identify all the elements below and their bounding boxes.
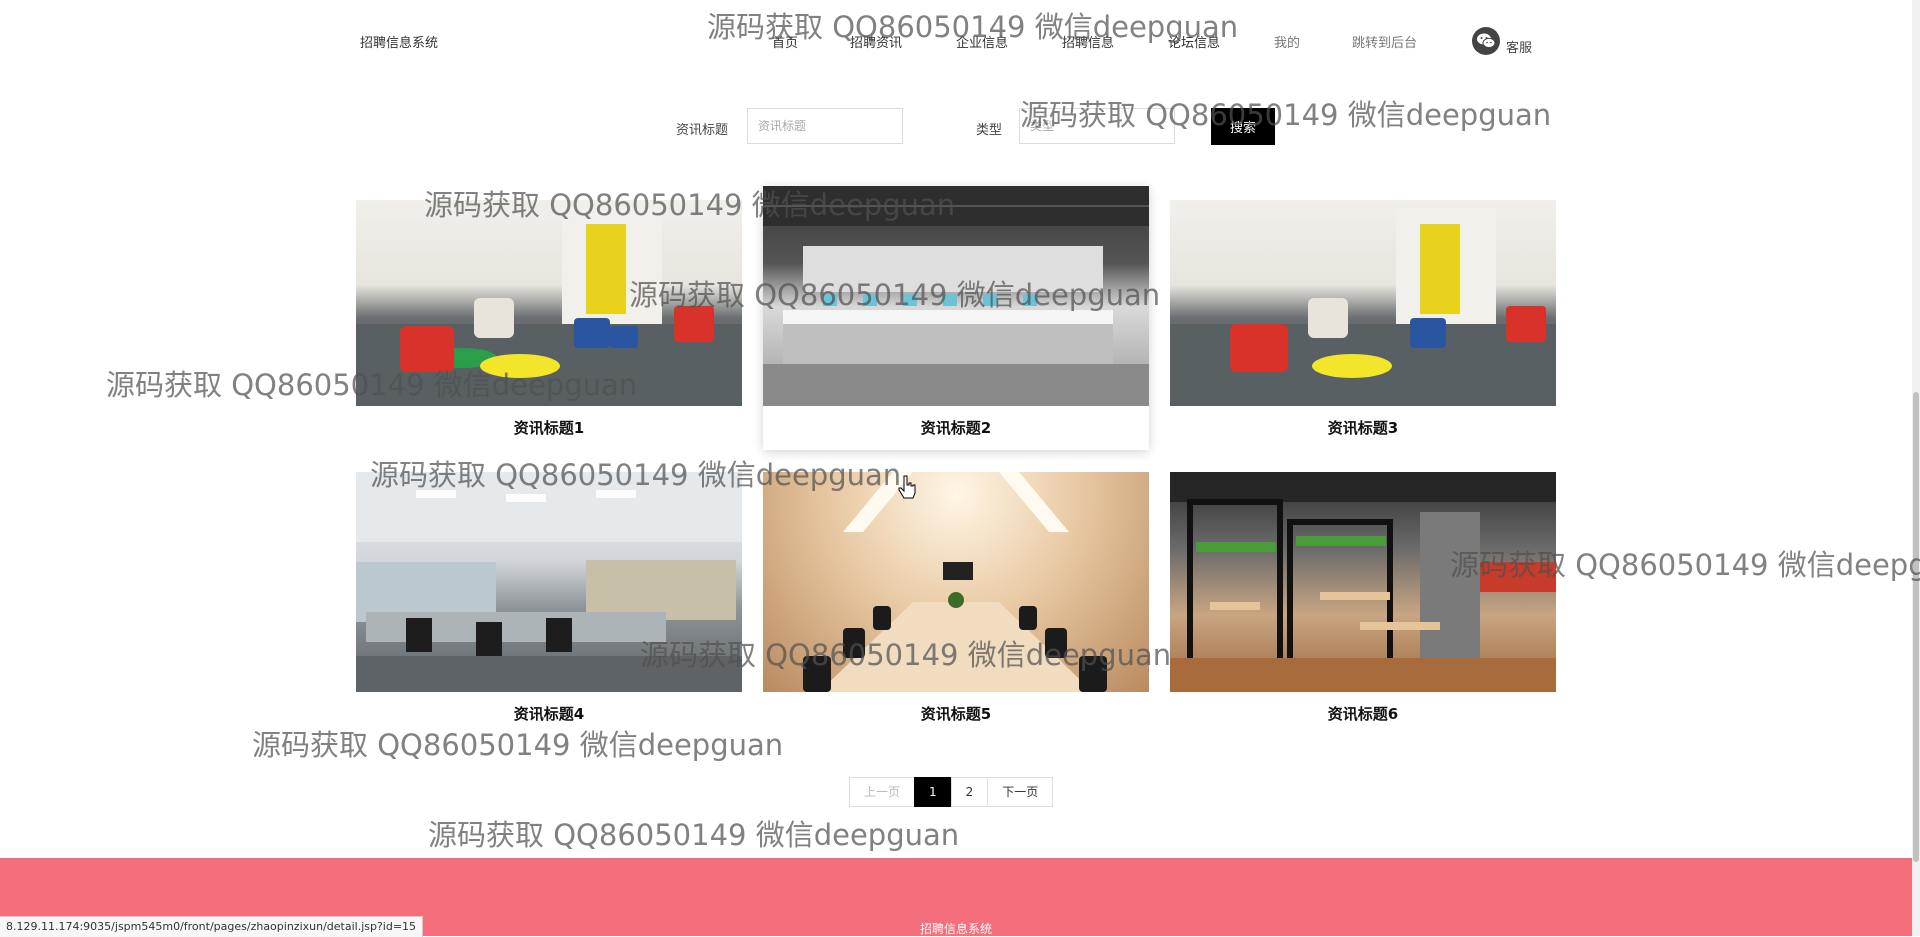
news-card-4[interactable]: 资讯标题4 (356, 472, 742, 736)
customer-service-label: 客服 (1506, 41, 1533, 56)
type-search-input[interactable] (1019, 108, 1175, 144)
pagination: 上一页 1 2 下一页 (849, 777, 1054, 807)
news-card-title: 资讯标题4 (513, 705, 585, 723)
wechat-icon (1472, 26, 1500, 55)
lounge-photo (1170, 186, 1556, 406)
news-card-title: 资讯标题1 (513, 419, 585, 437)
customer-service[interactable]: 客服 (1472, 25, 1532, 56)
type-filter-label: 类型 (976, 123, 1003, 138)
site-name[interactable]: 招聘信息系统 (360, 32, 438, 51)
news-card-title: 资讯标题3 (1327, 419, 1399, 437)
search-button[interactable]: 搜索 (1211, 108, 1275, 145)
news-card-6[interactable]: 资讯标题6 (1170, 472, 1556, 736)
hand-cursor-icon (898, 475, 916, 503)
news-card-5[interactable]: 资讯标题5 (763, 472, 1149, 736)
open-office-photo (356, 472, 742, 692)
cafe-photo (1170, 472, 1556, 692)
nav-company-info[interactable]: 企业信息 (956, 32, 1008, 51)
news-card-2[interactable]: 资讯标题2 (763, 186, 1149, 450)
news-card-title: 资讯标题6 (1327, 705, 1399, 723)
nav-forum[interactable]: 论坛信息 (1168, 32, 1220, 51)
status-bar-url: 8.129.11.174:9035/jspm545m0/front/pages/… (0, 916, 424, 937)
page-2-button[interactable]: 2 (950, 777, 989, 807)
news-card-3[interactable]: 资讯标题3 (1170, 186, 1556, 450)
nav-home[interactable]: 首页 (772, 32, 798, 51)
news-card-1[interactable]: 资讯标题1 (356, 186, 742, 450)
title-search-input[interactable] (747, 108, 903, 144)
nav-mine[interactable]: 我的 (1274, 32, 1300, 51)
watermark: 源码获取 QQ86050149 微信deepguan (428, 818, 960, 852)
scrollbar-thumb[interactable] (1913, 392, 1919, 862)
lounge-photo (356, 186, 742, 406)
nav-admin[interactable]: 跳转到后台 (1352, 32, 1417, 51)
news-card-title: 资讯标题2 (920, 419, 992, 437)
nav-recruit-news[interactable]: 招聘资讯 (850, 32, 902, 51)
prev-page-button[interactable]: 上一页 (849, 777, 916, 807)
title-filter-label: 资讯标题 (676, 123, 729, 138)
meeting-room-photo (763, 472, 1149, 692)
next-page-button[interactable]: 下一页 (987, 777, 1054, 807)
page-1-button[interactable]: 1 (914, 777, 952, 807)
nav-job-info[interactable]: 招聘信息 (1062, 32, 1114, 51)
office-photo (763, 186, 1149, 406)
news-card-title: 资讯标题5 (920, 705, 992, 723)
